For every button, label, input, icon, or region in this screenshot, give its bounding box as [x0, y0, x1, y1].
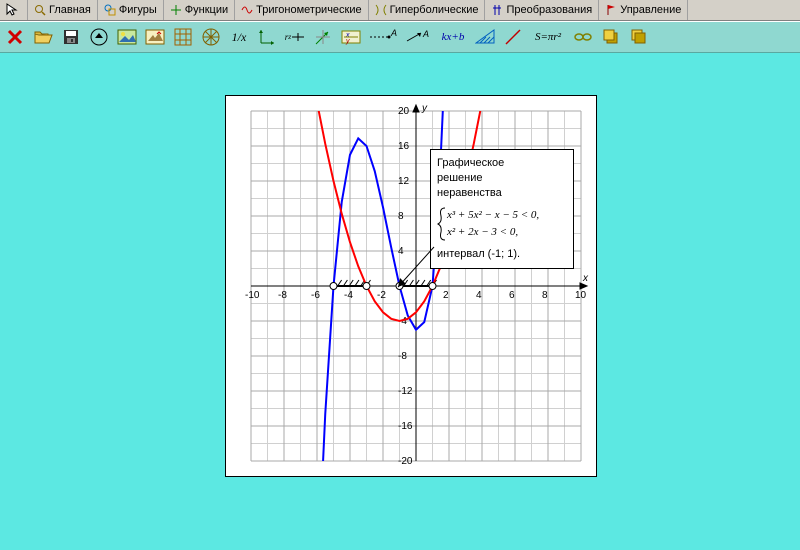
menu-functions[interactable]: Функции [164, 0, 235, 20]
svg-text:-6: -6 [311, 290, 320, 301]
menu-label: Преобразования [506, 4, 592, 16]
image-button-2[interactable] [144, 26, 166, 48]
svg-text:-16: -16 [398, 421, 413, 432]
line-button[interactable] [502, 26, 524, 48]
menu-label: Главная [49, 4, 91, 16]
hatch-button[interactable] [474, 26, 496, 48]
axes-button[interactable] [256, 26, 278, 48]
arrow-a-button[interactable]: A [404, 26, 432, 48]
menu-bar: Главная Фигуры Функции Тригонометрически… [0, 0, 800, 21]
svg-text:-8: -8 [398, 351, 407, 362]
callout-eq2: x² + 2x − 3 < 0, [447, 225, 539, 240]
callout-line: неравенства [437, 186, 567, 201]
svg-text:12: 12 [398, 176, 410, 187]
hatch-icon [475, 29, 495, 45]
picture2-icon [145, 28, 165, 46]
chain-button[interactable] [572, 26, 594, 48]
callout-interval: интервал (-1; 1). [437, 247, 567, 262]
line-icon [504, 28, 522, 46]
svg-text:-10: -10 [245, 290, 260, 301]
svg-text:10: 10 [575, 290, 587, 301]
svg-text:y: y [345, 38, 350, 45]
shapes-icon [104, 4, 116, 16]
callout-line: Графическое [437, 156, 567, 171]
svg-text:A: A [390, 29, 397, 38]
svg-text:16: 16 [398, 141, 410, 152]
linear-label: kx+b [442, 31, 465, 43]
svg-text:2: 2 [443, 290, 449, 301]
open-button[interactable] [32, 26, 54, 48]
fraction-label: 1/x [232, 30, 247, 45]
formula-label: S=πr² [535, 31, 561, 43]
svg-text:-12: -12 [398, 386, 413, 397]
callout-line: решение [437, 171, 567, 186]
formula-button[interactable]: S=πr² [530, 26, 566, 48]
search-icon [34, 4, 46, 16]
svg-text:-2: -2 [377, 290, 386, 301]
back-icon [630, 28, 648, 46]
linear-button[interactable]: kx+b [438, 26, 468, 48]
callout-eq1: x³ + 5x² − x − 5 < 0, [447, 208, 539, 223]
pointer-tab[interactable] [0, 0, 28, 20]
svg-text:y: y [421, 103, 428, 114]
svg-text:8: 8 [398, 211, 404, 222]
menu-hyper[interactable]: Гиперболические [369, 0, 486, 20]
arrow-a-icon: A [405, 29, 431, 45]
eject-icon [90, 28, 108, 46]
compass-button[interactable] [200, 26, 222, 48]
compass-icon [202, 28, 220, 46]
svg-text:-20: -20 [398, 456, 413, 467]
eject-button[interactable] [88, 26, 110, 48]
callout-arrow [392, 245, 437, 295]
folder-open-icon [33, 28, 53, 46]
svg-text:-8: -8 [278, 290, 287, 301]
menu-manage[interactable]: Управление [599, 0, 688, 20]
annotation-callout[interactable]: Графическое решение неравенства x³ + 5x²… [430, 149, 574, 269]
brace-icon [437, 207, 447, 241]
svg-text:A: A [422, 29, 429, 39]
dashed-icon: A [369, 29, 397, 45]
axes-arrow-icon [314, 28, 332, 46]
menu-label: Управление [620, 4, 681, 16]
svg-text:4: 4 [476, 290, 482, 301]
toolbar: 1/x rz xy A A kx+b S=πr² [0, 21, 800, 53]
delete-button[interactable] [4, 26, 26, 48]
hyperbola-icon [375, 4, 387, 16]
grid-button[interactable] [172, 26, 194, 48]
menu-trig[interactable]: Тригонометрические [235, 0, 368, 20]
menu-transform[interactable]: Преобразования [485, 0, 599, 20]
fraction-button[interactable]: 1/x [228, 26, 250, 48]
x-icon [6, 28, 24, 46]
axes-rz-button[interactable]: rz [284, 26, 306, 48]
grid-icon [174, 28, 192, 46]
send-back-button[interactable] [628, 26, 650, 48]
sine-icon [241, 4, 253, 16]
dashed-a-button[interactable]: A [368, 26, 398, 48]
flag-icon [605, 4, 617, 16]
svg-text:-4: -4 [344, 290, 353, 301]
chain-icon [574, 31, 592, 43]
menu-label: Функции [185, 4, 228, 16]
fraction-box-button[interactable]: xy [340, 26, 362, 48]
menu-label: Тригонометрические [256, 4, 361, 16]
svg-text:x: x [582, 273, 589, 284]
axes-icon [170, 4, 182, 16]
front-icon [602, 28, 620, 46]
svg-text:6: 6 [509, 290, 515, 301]
axes-arrow-button[interactable] [312, 26, 334, 48]
svg-text:20: 20 [398, 106, 410, 117]
save-button[interactable] [60, 26, 82, 48]
menu-label: Гиперболические [390, 4, 479, 16]
transform-icon [491, 4, 503, 16]
image-button-1[interactable] [116, 26, 138, 48]
bring-front-button[interactable] [600, 26, 622, 48]
floppy-icon [62, 28, 80, 46]
menu-figures[interactable]: Фигуры [98, 0, 164, 20]
axes2-icon [258, 28, 276, 46]
picture-icon [117, 28, 137, 46]
menu-main[interactable]: Главная [28, 0, 98, 20]
svg-text:8: 8 [542, 290, 548, 301]
xy-box-icon: xy [341, 28, 361, 46]
menu-label: Фигуры [119, 4, 157, 16]
